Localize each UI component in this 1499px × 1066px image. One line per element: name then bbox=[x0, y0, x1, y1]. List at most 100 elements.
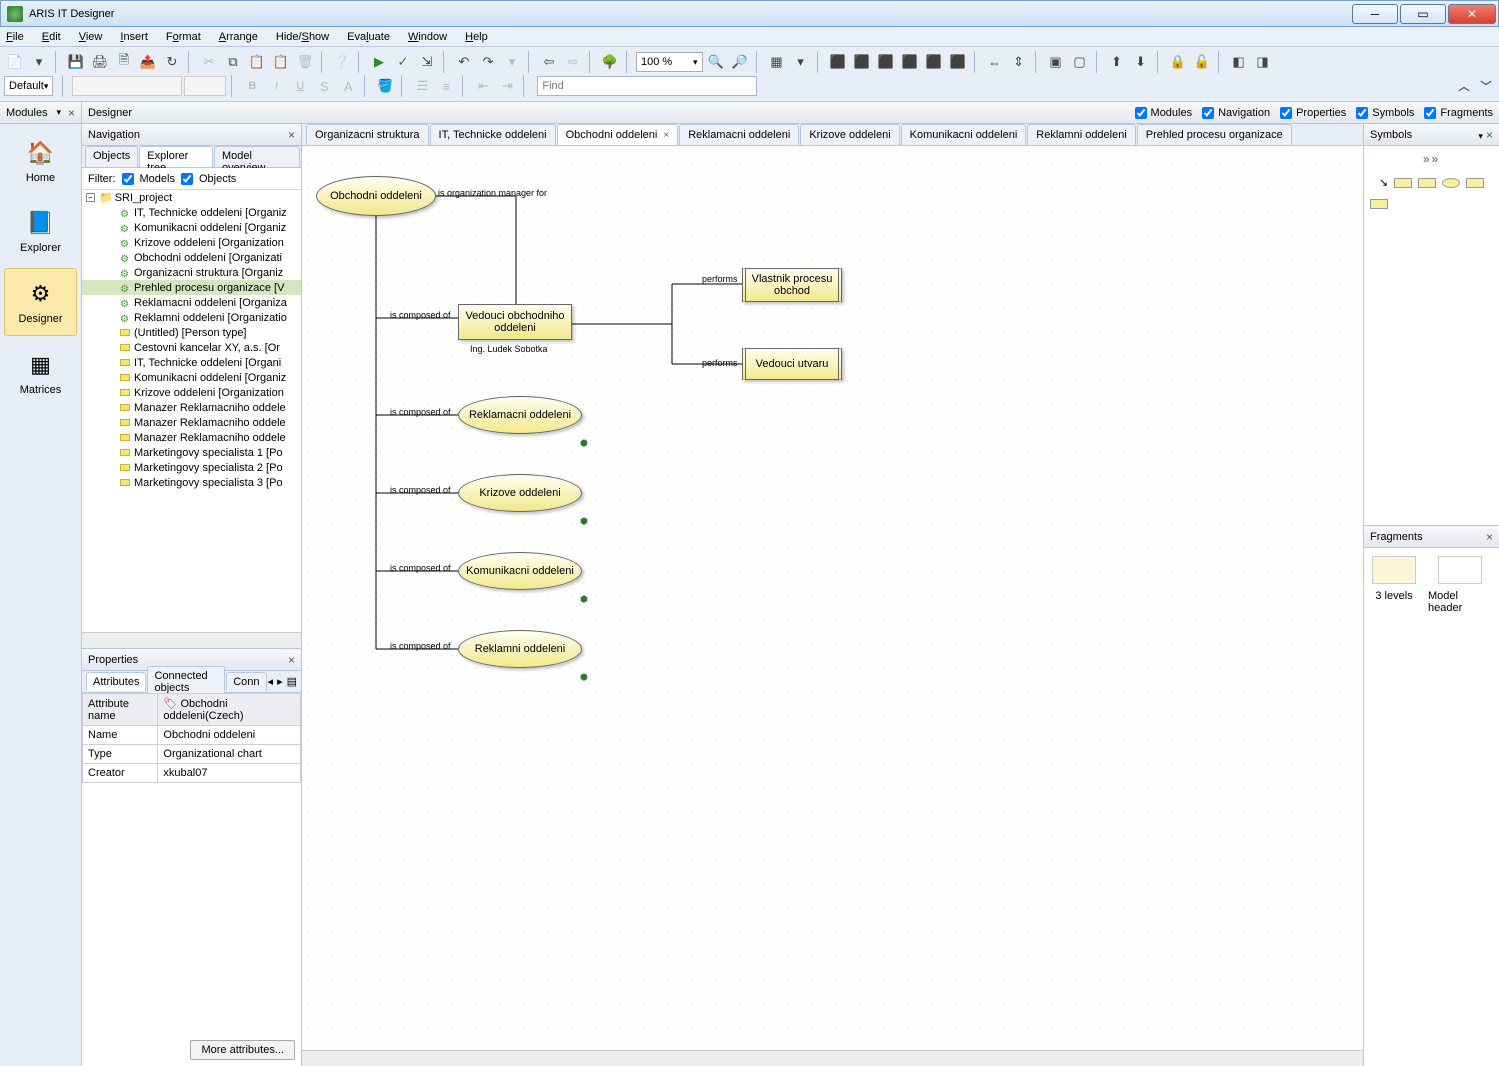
doc-tab[interactable]: Krizove oddeleni bbox=[800, 124, 899, 145]
tree-item[interactable]: Marketingovy specialista 1 [Po bbox=[82, 445, 301, 460]
explorer-tree[interactable]: −📁 SRI_project IT, Technicke oddeleni [O… bbox=[82, 190, 301, 632]
check-properties[interactable]: Properties bbox=[1280, 107, 1346, 119]
lock-icon[interactable]: 🔒 bbox=[1167, 51, 1189, 73]
sym-rect[interactable] bbox=[1370, 199, 1388, 209]
style-select[interactable]: Default ▾ bbox=[4, 76, 53, 96]
font-select[interactable] bbox=[72, 76, 182, 96]
fragment-model-header[interactable]: Model header bbox=[1428, 556, 1491, 1058]
more-attributes-button[interactable]: More attributes... bbox=[190, 1040, 295, 1060]
align-top-icon[interactable]: ⬛ bbox=[899, 51, 921, 73]
symbols-close-icon[interactable]: × bbox=[1486, 128, 1493, 142]
tree-item[interactable]: Obchodni oddeleni [Organizati bbox=[82, 250, 301, 265]
menu-edit[interactable]: Edit bbox=[42, 31, 61, 43]
undo-icon[interactable]: ↶ bbox=[453, 51, 475, 73]
doc-tab[interactable]: Reklamacni oddeleni bbox=[679, 124, 799, 145]
tree-item[interactable]: Prehled procesu organizace [V bbox=[82, 280, 301, 295]
ungroup-icon[interactable]: ▢ bbox=[1069, 51, 1091, 73]
node-reklamni[interactable]: Reklamni oddeleni bbox=[458, 630, 582, 668]
align-left-icon[interactable]: ⬛ bbox=[827, 51, 849, 73]
tree-item[interactable]: Cestovni kancelar XY, a.s. [Or bbox=[82, 340, 301, 355]
align-right-icon[interactable]: ⬛ bbox=[875, 51, 897, 73]
link-icon[interactable]: ⬢ bbox=[580, 594, 588, 605]
tree-folder[interactable]: −📁 SRI_project bbox=[82, 190, 301, 205]
node-root[interactable]: Obchodni oddeleni bbox=[316, 176, 436, 216]
filter-models-checkbox[interactable] bbox=[122, 173, 134, 185]
doc-tab[interactable]: Organizacni struktura bbox=[306, 124, 429, 145]
minimize-button[interactable]: ─ bbox=[1352, 4, 1398, 24]
bold-icon[interactable]: B bbox=[241, 75, 263, 97]
paste-special-icon[interactable]: 📋 bbox=[270, 51, 292, 73]
node-vlastnik[interactable]: Vlastnik procesu obchod bbox=[742, 268, 842, 302]
check-navigation[interactable]: Navigation bbox=[1202, 107, 1270, 119]
numbers-icon[interactable]: ≡ bbox=[435, 75, 457, 97]
misc1-icon[interactable]: ◧ bbox=[1228, 51, 1250, 73]
tree-item[interactable]: Marketingovy specialista 3 [Po bbox=[82, 475, 301, 490]
menu-file[interactable]: File bbox=[6, 31, 24, 43]
fragment-3levels[interactable]: 3 levels bbox=[1372, 556, 1416, 1058]
unlock-icon[interactable]: 🔓 bbox=[1191, 51, 1213, 73]
group-icon[interactable]: ▣ bbox=[1045, 51, 1067, 73]
tree-hscrollbar[interactable] bbox=[82, 632, 301, 648]
play-icon[interactable]: ▶ bbox=[368, 51, 390, 73]
filter-objects-checkbox[interactable] bbox=[181, 173, 193, 185]
cut-icon[interactable]: ✂ bbox=[198, 51, 220, 73]
node-utvar[interactable]: Vedouci utvaru bbox=[742, 348, 842, 380]
menu-arrange[interactable]: Arrange bbox=[219, 31, 258, 43]
doc-tab[interactable]: Komunikacni oddeleni bbox=[901, 124, 1027, 145]
export-icon[interactable]: 📤 bbox=[137, 51, 159, 73]
node-vedouci[interactable]: Vedouci obchodniho oddeleni bbox=[458, 304, 572, 340]
tree-item[interactable]: Krizove oddeleni [Organization bbox=[82, 235, 301, 250]
zoom-combo[interactable]: ▾ bbox=[636, 52, 703, 72]
fontsize-select[interactable] bbox=[184, 76, 226, 96]
back-icon[interactable]: ⬇ bbox=[1130, 51, 1152, 73]
align-bot-icon[interactable]: ⬛ bbox=[947, 51, 969, 73]
sym-rect[interactable] bbox=[1394, 178, 1412, 188]
property-row[interactable]: NameObchodni oddeleni bbox=[83, 726, 301, 745]
sym-rect[interactable] bbox=[1466, 178, 1484, 188]
doc-tab[interactable]: Reklamni oddeleni bbox=[1027, 124, 1136, 145]
tab-attributes[interactable]: Attributes bbox=[86, 672, 146, 691]
menu-insert[interactable]: Insert bbox=[120, 31, 148, 43]
menu-hideshow[interactable]: Hide/Show bbox=[276, 31, 329, 43]
check-modules[interactable]: Modules bbox=[1135, 107, 1193, 119]
navigation-close-icon[interactable]: × bbox=[288, 128, 295, 142]
misc2-icon[interactable]: ◨ bbox=[1252, 51, 1274, 73]
tree-item[interactable]: Komunikacni oddeleni [Organiz bbox=[82, 220, 301, 235]
close-button[interactable]: ✕ bbox=[1448, 4, 1496, 24]
tree-icon[interactable]: 🌳 bbox=[599, 51, 621, 73]
menu-window[interactable]: Window bbox=[408, 31, 447, 43]
tab-scroll-left-icon[interactable]: ◂ bbox=[268, 675, 274, 688]
print-icon[interactable]: 🖨 bbox=[89, 51, 111, 73]
copy-icon[interactable]: ⧉ bbox=[222, 51, 244, 73]
undo-dd-icon[interactable]: ▾ bbox=[501, 51, 523, 73]
tab-conn[interactable]: Conn bbox=[226, 672, 266, 691]
grid-dd-icon[interactable]: ▾ bbox=[790, 51, 812, 73]
nav-tab-objects[interactable]: Objects bbox=[85, 146, 138, 167]
menu-evaluate[interactable]: Evaluate bbox=[347, 31, 390, 43]
nav-tab-model-overview[interactable]: Model overview bbox=[214, 146, 300, 167]
paste-icon[interactable]: 📋 bbox=[246, 51, 268, 73]
menu-view[interactable]: View bbox=[79, 31, 103, 43]
dist-v-icon[interactable]: ⇕ bbox=[1008, 51, 1030, 73]
sym-ellipse[interactable] bbox=[1442, 178, 1460, 188]
property-row[interactable]: Creatorxkubal07 bbox=[83, 764, 301, 783]
node-komunikacni[interactable]: Komunikacni oddeleni bbox=[458, 552, 582, 590]
fill-icon[interactable]: 🪣 bbox=[374, 75, 396, 97]
module-explorer[interactable]: 📘Explorer bbox=[4, 198, 77, 264]
property-row[interactable]: TypeOrganizational chart bbox=[83, 745, 301, 764]
underline-icon[interactable]: U bbox=[289, 75, 311, 97]
tree-item[interactable]: Organizacni struktura [Organiz bbox=[82, 265, 301, 280]
link-icon[interactable]: ⬢ bbox=[580, 438, 588, 449]
doc-tab[interactable]: IT, Technicke oddeleni bbox=[430, 124, 556, 145]
zoom-out-icon[interactable]: 🔍 bbox=[705, 51, 727, 73]
bullets-icon[interactable]: ☰ bbox=[411, 75, 433, 97]
nav-fwd-icon[interactable]: ⇨ bbox=[562, 51, 584, 73]
collapse-down-icon[interactable]: ﹀ bbox=[1477, 77, 1495, 95]
export2-icon[interactable]: ⇲ bbox=[416, 51, 438, 73]
tab-scroll-right-icon[interactable]: ▸ bbox=[277, 675, 283, 688]
find-input[interactable] bbox=[542, 80, 752, 92]
tree-item[interactable]: Manazer Reklamacniho oddele bbox=[82, 430, 301, 445]
collapse-up-icon[interactable]: ︿ bbox=[1455, 77, 1473, 95]
tree-item[interactable]: (Untitled) [Person type] bbox=[82, 325, 301, 340]
tab-close-icon[interactable]: × bbox=[663, 130, 669, 141]
